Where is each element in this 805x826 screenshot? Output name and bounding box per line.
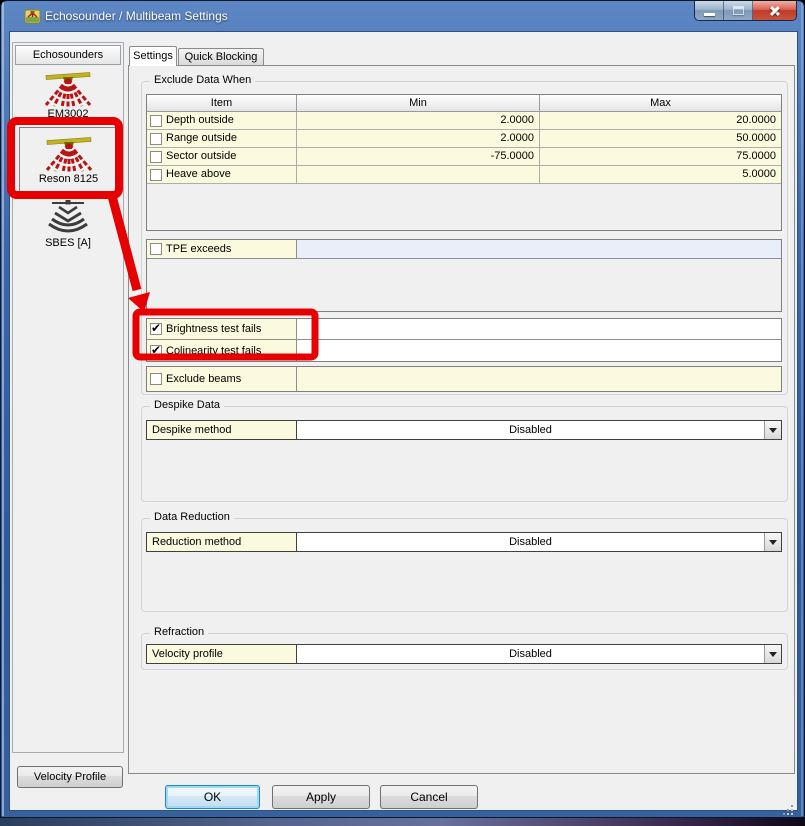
sidebar-header: Echosounders bbox=[15, 45, 121, 65]
despike-method-value[interactable]: Disabled bbox=[297, 421, 764, 439]
tpe-row: TPE exceeds bbox=[147, 240, 781, 259]
close-icon bbox=[768, 4, 781, 17]
sidebar-item-label: Reson 8125 bbox=[38, 173, 99, 185]
colinearity-test-row: Colinearity test fails bbox=[147, 340, 781, 361]
resize-grip[interactable] bbox=[791, 805, 793, 807]
tab-settings[interactable]: Settings bbox=[129, 46, 177, 66]
tab-quick-blocking[interactable]: Quick Blocking bbox=[178, 48, 264, 66]
groupbox-title: Refraction bbox=[150, 626, 209, 638]
caption-buttons bbox=[694, 1, 797, 21]
sbes-icon bbox=[48, 200, 88, 233]
refraction-groupbox: Refraction Velocity profile Disabled bbox=[141, 626, 788, 670]
exclude-beams-value-cell[interactable] bbox=[297, 367, 781, 391]
brightness-test-checkbox[interactable] bbox=[150, 321, 162, 335]
tpe-value-cell[interactable] bbox=[297, 240, 781, 258]
depth-outside-checkbox[interactable] bbox=[150, 114, 162, 127]
colinearity-test-checkbox[interactable] bbox=[150, 343, 162, 357]
reduction-groupbox: Data Reduction Reduction method Disabled bbox=[141, 511, 788, 612]
reduction-dropdown-button[interactable] bbox=[764, 533, 781, 551]
column-header-item[interactable]: Item bbox=[147, 95, 297, 112]
groupbox-title: Data Reduction bbox=[150, 511, 234, 523]
velocity-profile-label: Velocity profile bbox=[147, 645, 297, 663]
velocity-profile-row: Velocity profile Disabled bbox=[146, 644, 782, 664]
brightness-test-row: Brightness test fails bbox=[147, 319, 781, 340]
despike-dropdown-button[interactable] bbox=[764, 421, 781, 439]
sidebar-item-em3002[interactable]: EM3002 bbox=[16, 67, 120, 120]
sector-max-value[interactable]: 75.0000 bbox=[540, 148, 781, 166]
row-label: Range outside bbox=[166, 132, 237, 144]
cancel-button[interactable]: Cancel bbox=[380, 785, 478, 809]
range-max-value[interactable]: 50.0000 bbox=[540, 130, 781, 148]
settings-tab-page: Exclude Data When Item Min Max Depth out… bbox=[128, 65, 795, 774]
echosounder-sidebar: Echosounders EM3002 Reson 8125 SBES [A] … bbox=[12, 42, 124, 788]
sidebar-item-label: EM3002 bbox=[47, 108, 89, 120]
window-frame: Echosounder / Multibeam Settings Echosou… bbox=[0, 0, 805, 818]
groupbox-title: Despike Data bbox=[150, 399, 225, 411]
multibeam-icon bbox=[44, 72, 92, 107]
sidebar-item-label: SBES [A] bbox=[45, 237, 91, 249]
row-label: Heave above bbox=[166, 168, 231, 180]
exclude-table: Item Min Max Depth outside 2.0000 20.000… bbox=[146, 94, 782, 231]
tests-panel: Brightness test fails Colinearity test f… bbox=[146, 318, 782, 362]
minimize-button[interactable] bbox=[695, 1, 724, 20]
table-row: Range outside 2.0000 50.0000 bbox=[147, 130, 781, 148]
minimize-icon bbox=[704, 13, 715, 16]
close-button[interactable] bbox=[753, 1, 796, 20]
depth-min-value[interactable]: 2.0000 bbox=[297, 112, 540, 130]
window-title: Echosounder / Multibeam Settings bbox=[45, 9, 228, 23]
exclude-beams-row: Exclude beams bbox=[147, 367, 781, 391]
row-label: Sector outside bbox=[166, 150, 237, 162]
velocity-profile-button[interactable]: Velocity Profile bbox=[17, 766, 123, 788]
reduction-method-label: Reduction method bbox=[147, 533, 297, 551]
dialog-window: Echosounder / Multibeam Settings Echosou… bbox=[0, 0, 805, 826]
title-bar[interactable]: Echosounder / Multibeam Settings bbox=[1, 1, 804, 31]
row-label: Colinearity test fails bbox=[166, 344, 262, 357]
exclude-beams-panel: Exclude beams bbox=[146, 366, 782, 392]
colinearity-value-cell[interactable] bbox=[297, 340, 781, 361]
client-area: Echosounders EM3002 Reson 8125 SBES [A] … bbox=[9, 31, 798, 811]
range-outside-checkbox[interactable] bbox=[150, 132, 162, 145]
despike-method-label: Despike method bbox=[147, 421, 297, 439]
row-label: TPE exceeds bbox=[166, 243, 232, 255]
table-row: Sector outside -75.0000 75.0000 bbox=[147, 148, 781, 166]
sector-outside-checkbox[interactable] bbox=[150, 150, 162, 163]
refraction-dropdown-button[interactable] bbox=[764, 645, 781, 663]
sidebar-item-reson-8125[interactable]: Reson 8125 bbox=[19, 127, 118, 195]
column-header-max[interactable]: Max bbox=[540, 95, 781, 112]
velocity-profile-value[interactable]: Disabled bbox=[297, 645, 764, 663]
sidebar-item-sbes-a[interactable]: SBES [A] bbox=[16, 200, 120, 249]
heave-max-value[interactable]: 5.0000 bbox=[540, 166, 781, 184]
app-icon bbox=[24, 9, 41, 24]
groupbox-title: Exclude Data When bbox=[150, 74, 256, 86]
row-label: Depth outside bbox=[166, 114, 234, 126]
brightness-value-cell[interactable] bbox=[297, 319, 781, 339]
desktop-edge bbox=[0, 818, 805, 826]
row-label: Brightness test fails bbox=[166, 323, 262, 335]
maximize-button[interactable] bbox=[724, 1, 753, 20]
exclude-beams-checkbox[interactable] bbox=[150, 373, 162, 385]
table-header-row: Item Min Max bbox=[147, 95, 781, 112]
heave-above-checkbox[interactable] bbox=[150, 168, 162, 181]
apply-button[interactable]: Apply bbox=[272, 785, 370, 809]
sector-min-value[interactable]: -75.0000 bbox=[297, 148, 540, 166]
multibeam-icon bbox=[45, 137, 92, 172]
despike-groupbox: Despike Data Despike method Disabled bbox=[141, 399, 788, 502]
heave-min-value[interactable] bbox=[297, 166, 540, 184]
ok-button[interactable]: OK bbox=[165, 785, 260, 809]
depth-max-value[interactable]: 20.0000 bbox=[540, 112, 781, 130]
table-row: Depth outside 2.0000 20.0000 bbox=[147, 112, 781, 130]
reduction-method-value[interactable]: Disabled bbox=[297, 533, 764, 551]
column-header-min[interactable]: Min bbox=[297, 95, 540, 112]
row-label: Exclude beams bbox=[166, 373, 242, 385]
despike-method-row: Despike method Disabled bbox=[146, 420, 782, 440]
range-min-value[interactable]: 2.0000 bbox=[297, 130, 540, 148]
reduction-method-row: Reduction method Disabled bbox=[146, 532, 782, 552]
maximize-icon bbox=[733, 6, 744, 15]
exclude-data-groupbox: Exclude Data When Item Min Max Depth out… bbox=[141, 74, 788, 395]
tpe-panel: TPE exceeds bbox=[146, 239, 782, 312]
tpe-exceeds-checkbox[interactable] bbox=[150, 243, 162, 255]
table-row: Heave above 5.0000 bbox=[147, 166, 781, 184]
